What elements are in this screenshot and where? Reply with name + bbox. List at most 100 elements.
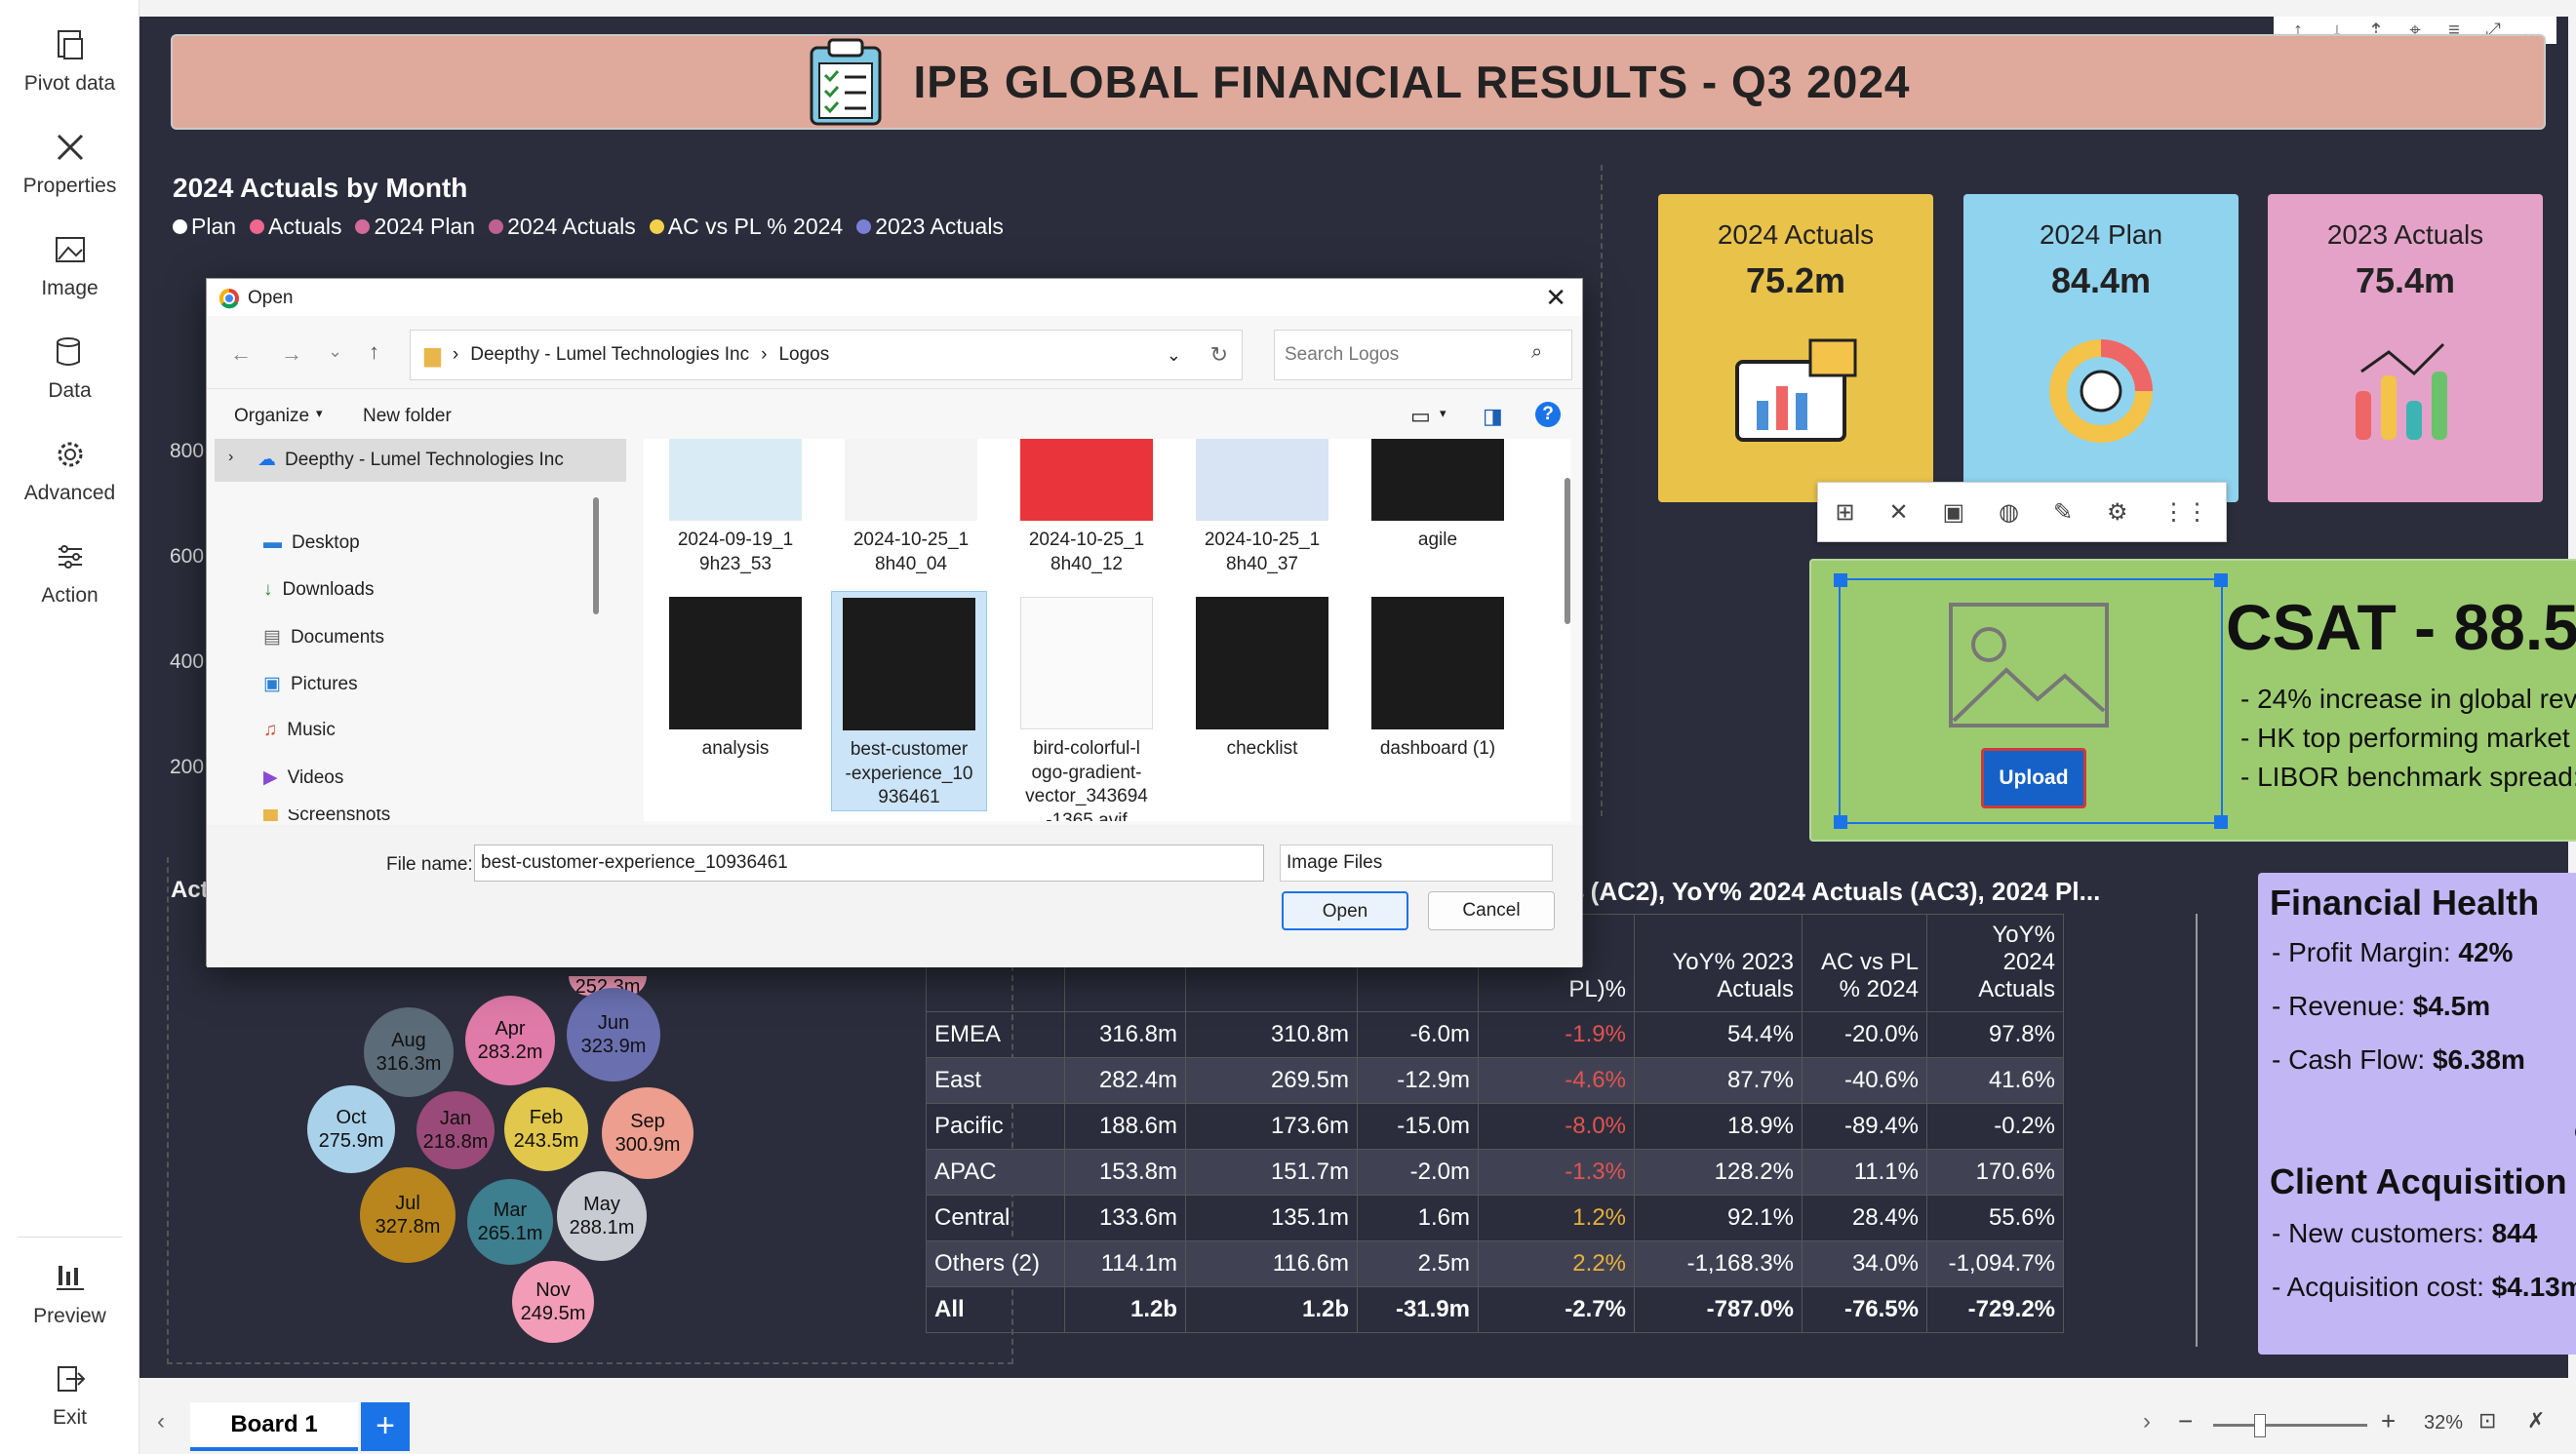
- nav-item-desktop[interactable]: ▬ Desktop: [263, 532, 360, 554]
- file-item[interactable]: dashboard (1): [1360, 597, 1516, 762]
- bubble[interactable]: Sep 300.9m: [602, 1087, 694, 1179]
- cancel-button[interactable]: Cancel: [1428, 891, 1555, 930]
- file-item[interactable]: bird-colorful-l ogo-gradient- vector_343…: [1009, 597, 1165, 821]
- sidebar-item-data[interactable]: Data: [0, 333, 139, 403]
- legend-item[interactable]: AC vs PL % 2024: [649, 214, 843, 240]
- fit-screen-icon[interactable]: ⊡: [2478, 1408, 2496, 1434]
- file-item[interactable]: agile: [1360, 439, 1516, 553]
- table-total-row[interactable]: All 1.2b 1.2b -31.9m -2.7% -787.0% -76.5% -729.…: [926, 1286, 2064, 1333]
- image-icon[interactable]: ▣: [1943, 498, 1965, 527]
- add-icon[interactable]: ⊞: [1835, 498, 1854, 527]
- table-row[interactable]: EMEA 316.8m 310.8m -6.0m -1.9% 54.4% -20.0% 97.…: [926, 1011, 2064, 1058]
- drag-handle-icon[interactable]: ⋮⋮: [2161, 498, 2208, 527]
- bubble[interactable]: Jul 327.8m: [360, 1167, 456, 1263]
- chevron-left-icon[interactable]: ‹: [157, 1408, 165, 1435]
- bubble[interactable]: Nov 249.5m: [512, 1261, 594, 1343]
- address-bar[interactable]: ▆ › Deepthy - Lumel Technologies Inc › L…: [410, 330, 1243, 380]
- sidebar-item-preview[interactable]: Preview: [0, 1258, 139, 1328]
- forward-icon[interactable]: →: [281, 341, 302, 367]
- sidebar-item-properties[interactable]: Properties: [0, 128, 139, 198]
- zoom-slider[interactable]: [2213, 1424, 2367, 1427]
- upload-button[interactable]: Upload: [1981, 748, 2086, 808]
- zoom-in-button[interactable]: +: [2381, 1406, 2396, 1436]
- new-folder-button[interactable]: New folder: [363, 406, 452, 427]
- close-icon[interactable]: ✕: [1545, 283, 1566, 313]
- tools-icon[interactable]: ✕: [1888, 498, 1908, 527]
- bubble[interactable]: Aug 316.3m: [364, 1007, 454, 1097]
- organize-menu[interactable]: Organize: [234, 406, 309, 427]
- bubble[interactable]: Mar 265.1m: [467, 1179, 553, 1265]
- zoom-slider-thumb[interactable]: [2254, 1414, 2266, 1437]
- open-button[interactable]: Open: [1282, 891, 1408, 930]
- nav-item-pictures[interactable]: ▣ Pictures: [263, 673, 358, 695]
- resize-handle[interactable]: [1834, 815, 1847, 829]
- help-icon[interactable]: ?: [1535, 402, 1561, 427]
- file-item[interactable]: 2024-10-25_1 8h40_04: [833, 439, 989, 576]
- chevron-down-icon[interactable]: ⌄: [1167, 345, 1181, 366]
- chevron-down-icon[interactable]: ⌄: [328, 341, 342, 362]
- nav-root-item[interactable]: › ☁ Deepthy - Lumel Technologies Inc: [215, 439, 626, 482]
- sidebar-item-exit[interactable]: Exit: [0, 1359, 139, 1430]
- resize-handle[interactable]: [2214, 573, 2228, 587]
- nav-item-music[interactable]: ♫ Music: [263, 720, 336, 741]
- table-row[interactable]: Central 133.6m 135.1m 1.6m 1.2% 92.1% 28.4% 55.…: [926, 1195, 2064, 1241]
- file-item-selected[interactable]: best-customer -experience_10 936461: [831, 591, 987, 812]
- scrollbar[interactable]: [1565, 478, 1570, 624]
- breadcrumb-item[interactable]: Logos: [778, 344, 829, 366]
- table-row[interactable]: East 282.4m 269.5m -12.9m -4.6% 87.7% -40.6% 41…: [926, 1057, 2064, 1104]
- image-placeholder[interactable]: Upload: [1834, 573, 2228, 829]
- refresh-icon[interactable]: ↻: [1210, 342, 1228, 368]
- bubble[interactable]: Jun 323.9m: [567, 988, 660, 1081]
- board-tab[interactable]: Board 1: [190, 1402, 358, 1451]
- chevron-right-icon[interactable]: ›: [2143, 1408, 2151, 1435]
- table-row[interactable]: Pacific 188.6m 173.6m -15.0m -8.0% 18.9% -89.4…: [926, 1103, 2064, 1150]
- bubble[interactable]: May 288.1m: [557, 1171, 647, 1261]
- table-row[interactable]: Others (2) 114.1m 116.6m 2.5m 2.2% -1,168.3% 3…: [926, 1240, 2064, 1287]
- file-item[interactable]: 2024-09-19_1 9h23_53: [657, 439, 813, 576]
- scrollbar[interactable]: [593, 497, 599, 614]
- filetype-select[interactable]: Image Files: [1280, 845, 1553, 882]
- legend-item[interactable]: 2023 Actuals: [856, 214, 1004, 240]
- metric-line: - New customers: 844: [2272, 1218, 2538, 1248]
- resize-handle[interactable]: [1834, 573, 1847, 587]
- nav-item-documents[interactable]: ▤ Documents: [263, 626, 384, 648]
- legend-item[interactable]: 2024 Plan: [355, 214, 475, 240]
- file-item[interactable]: analysis: [657, 597, 813, 762]
- nav-item-downloads[interactable]: ↓ Downloads: [263, 579, 375, 601]
- legend-item[interactable]: Plan: [173, 214, 236, 240]
- legend-item[interactable]: 2024 Actuals: [489, 214, 636, 240]
- resize-handle[interactable]: [2214, 815, 2228, 829]
- bubble[interactable]: Jan 218.8m: [416, 1091, 495, 1169]
- sidebar-item-advanced[interactable]: Advanced: [0, 435, 139, 505]
- gear-icon[interactable]: ⚙: [2107, 498, 2128, 527]
- column-header[interactable]: YoY% 2023 Actuals: [1634, 914, 1803, 1012]
- pin-icon[interactable]: ✗: [2527, 1408, 2545, 1434]
- bubble[interactable]: Feb 243.5m: [504, 1087, 588, 1171]
- palette-icon[interactable]: ◍: [1999, 498, 2019, 527]
- filename-input[interactable]: best-customer-experience_10936461: [474, 845, 1264, 882]
- table-row[interactable]: APAC 153.8m 151.7m -2.0m -1.3% 128.2% 11.1% 170…: [926, 1149, 2064, 1196]
- column-header[interactable]: YoY% 2024 Actuals: [1926, 914, 2064, 1012]
- nav-item-screenshots[interactable]: ▆ Screenshots: [263, 809, 390, 821]
- brush-icon[interactable]: ✎: [2053, 498, 2073, 527]
- search-input[interactable]: Search Logos: [1274, 330, 1572, 380]
- bubble[interactable]: Apr 283.2m: [465, 996, 555, 1085]
- sidebar-item-pivot-data[interactable]: Pivot data: [0, 25, 139, 96]
- view-icon[interactable]: ▭: [1410, 404, 1431, 429]
- bubble[interactable]: Oct 275.9m: [307, 1085, 395, 1173]
- column-header[interactable]: AC vs PL % 2024: [1802, 914, 1927, 1012]
- file-item[interactable]: checklist: [1184, 597, 1340, 762]
- zoom-out-button[interactable]: −: [2178, 1406, 2193, 1436]
- table-cell: East: [926, 1057, 1065, 1104]
- sidebar-item-action[interactable]: Action: [0, 537, 139, 608]
- back-icon[interactable]: ←: [230, 341, 252, 367]
- legend-item[interactable]: Actuals: [250, 214, 341, 240]
- sidebar-item-image[interactable]: Image: [0, 230, 139, 300]
- file-item[interactable]: 2024-10-25_1 8h40_37: [1184, 439, 1340, 576]
- nav-item-videos[interactable]: ▶ Videos: [263, 766, 343, 789]
- add-board-button[interactable]: +: [361, 1402, 410, 1451]
- breadcrumb-item[interactable]: Deepthy - Lumel Technologies Inc: [470, 344, 749, 366]
- preview-pane-icon[interactable]: ◨: [1483, 404, 1503, 429]
- file-item[interactable]: 2024-10-25_1 8h40_12: [1009, 439, 1165, 576]
- up-icon[interactable]: ↑: [369, 339, 379, 365]
